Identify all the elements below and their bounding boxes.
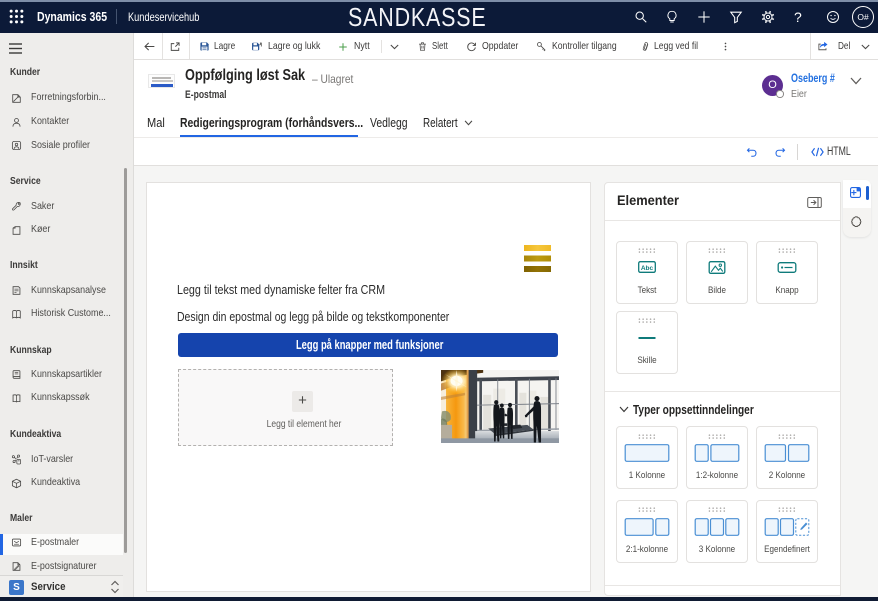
- svg-text:Abc: Abc: [641, 264, 654, 271]
